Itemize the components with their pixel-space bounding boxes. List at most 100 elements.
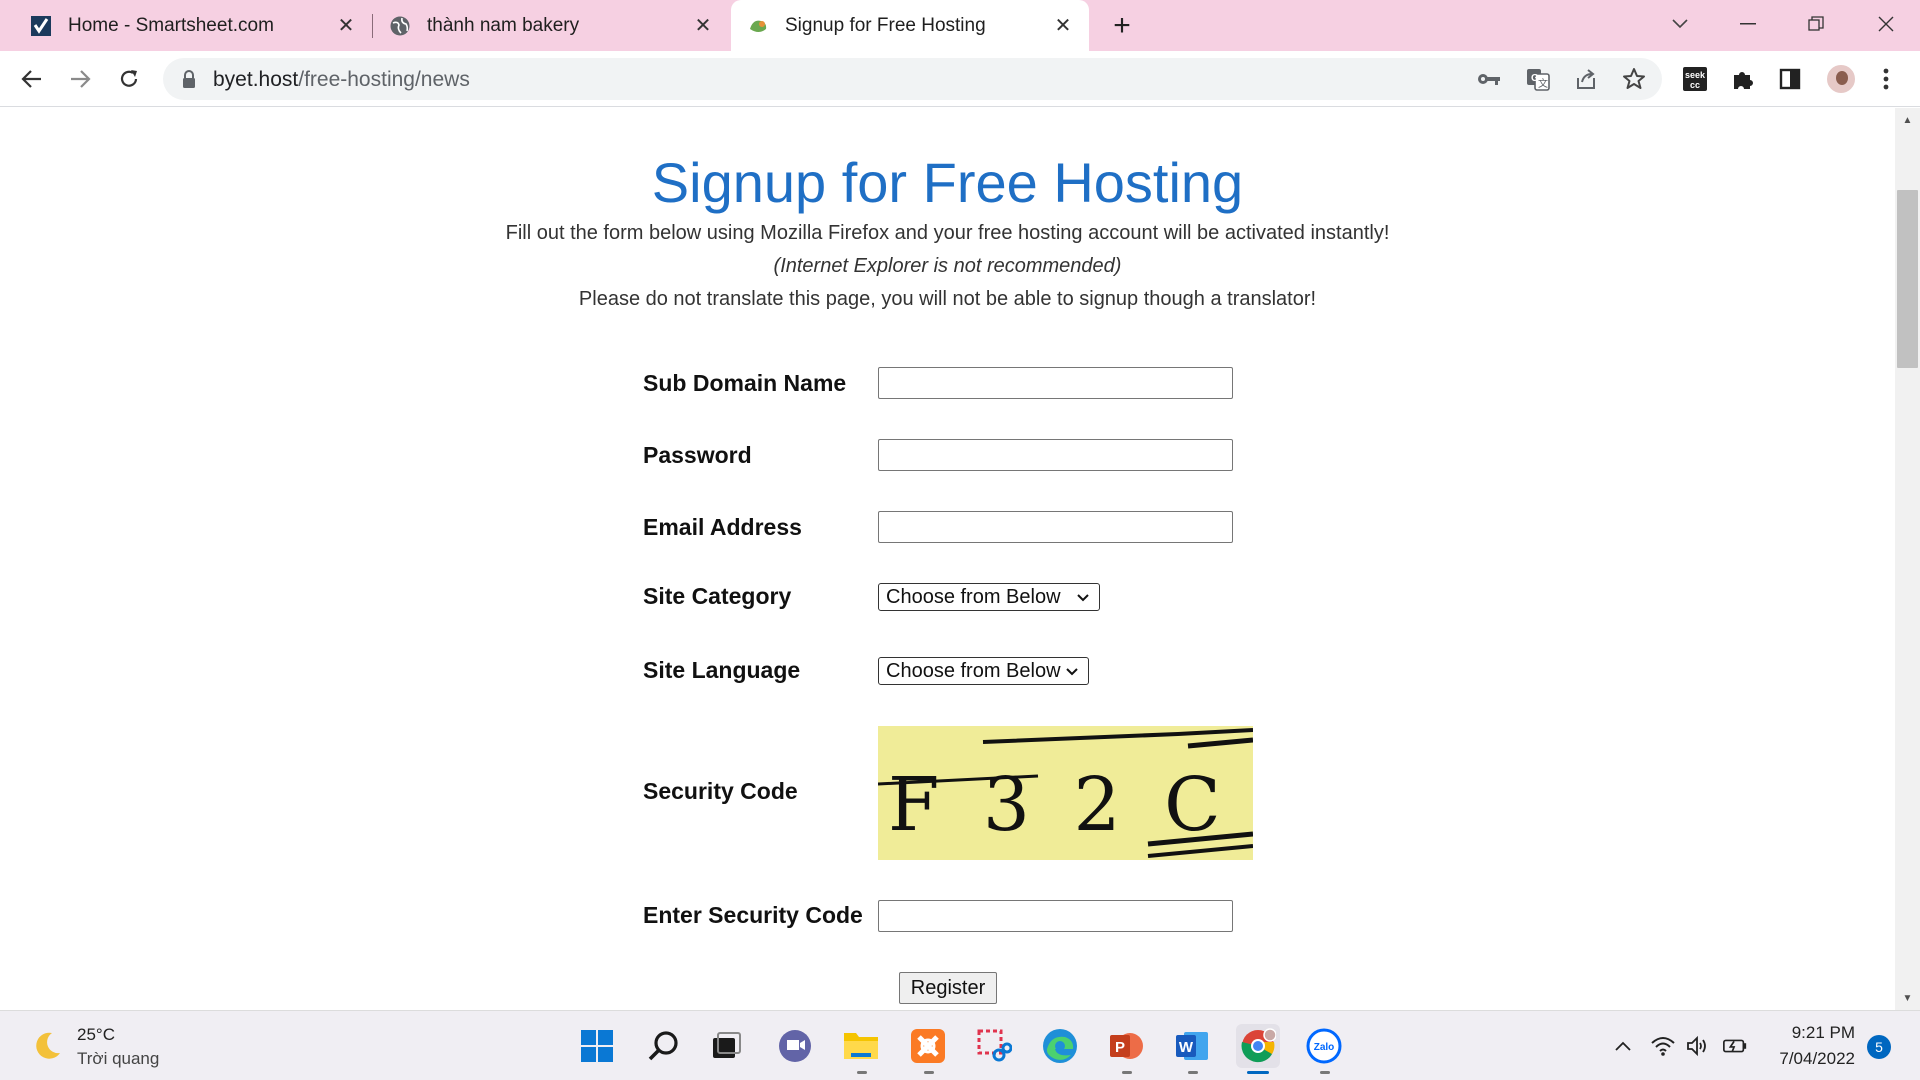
volume-icon[interactable] [1685, 1033, 1711, 1059]
page-viewport: Signup for Free Hosting Fill out the for… [0, 108, 1895, 1010]
enter-security-code-label: Enter Security Code [643, 902, 863, 928]
svg-text:seek: seek [1685, 70, 1706, 80]
task-view-icon[interactable] [704, 1024, 748, 1068]
captcha-text: F 3 2 C 9 [888, 762, 1253, 848]
chrome-icon[interactable] [1236, 1024, 1280, 1068]
tab-signup[interactable]: Signup for Free Hosting ✕ [731, 0, 1089, 51]
email-label: Email Address [643, 514, 802, 540]
snipping-tool-icon[interactable] [972, 1024, 1016, 1068]
reload-icon[interactable] [111, 61, 147, 97]
scroll-thumb[interactable] [1897, 190, 1918, 368]
chevron-down-icon [1075, 589, 1091, 605]
menu-kebab-icon[interactable] [1872, 65, 1900, 93]
forward-icon[interactable] [62, 61, 98, 97]
notification-badge[interactable]: 5 [1867, 1035, 1891, 1059]
restore-icon[interactable] [1786, 6, 1846, 42]
battery-icon[interactable] [1722, 1033, 1748, 1059]
file-explorer-icon[interactable] [839, 1024, 883, 1068]
captcha-image: F 3 2 C 9 [878, 726, 1253, 860]
search-icon[interactable] [642, 1024, 686, 1068]
register-button[interactable]: Register [899, 972, 997, 1004]
running-indicator [1188, 1071, 1198, 1074]
tab-strip: Home - Smartsheet.com ✕ thành nam bakery… [0, 0, 1920, 51]
bookmark-star-icon[interactable] [1622, 67, 1646, 91]
tab-title: Signup for Free Hosting [785, 14, 986, 36]
running-indicator [1320, 1071, 1330, 1074]
powerpoint-icon[interactable]: P [1104, 1024, 1148, 1068]
close-window-icon[interactable] [1856, 6, 1916, 42]
security-code-input[interactable] [878, 900, 1233, 932]
translate-icon[interactable]: G文 [1526, 67, 1550, 91]
browser-toolbar: byet.host/free-hosting/news G文 seek cc [0, 51, 1920, 107]
zalo-label: Zalo [1314, 1042, 1335, 1053]
wifi-icon[interactable] [1650, 1033, 1676, 1059]
profile-avatar[interactable] [1825, 63, 1857, 95]
lock-icon[interactable] [181, 69, 199, 89]
url-path: /free-hosting/news [298, 68, 470, 91]
browser-note: (Internet Explorer is not recommended) [773, 255, 1122, 277]
password-input[interactable] [878, 439, 1233, 471]
weather-description[interactable]: Trời quang [77, 1049, 159, 1069]
byethost-icon [747, 15, 769, 37]
intro-text: Fill out the form below using Mozilla Fi… [505, 222, 1390, 244]
site-language-label: Site Language [643, 657, 801, 683]
translate-warning: Please do not translate this page, you w… [578, 288, 1317, 310]
subdomain-input[interactable] [878, 367, 1233, 399]
url-text[interactable]: byet.host/free-hosting/news [213, 68, 470, 92]
running-indicator [857, 1071, 867, 1074]
running-indicator [924, 1071, 934, 1074]
site-language-select[interactable]: Choose from Below [878, 657, 1089, 685]
close-tab-icon[interactable]: ✕ [1051, 13, 1075, 37]
back-icon[interactable] [14, 61, 50, 97]
running-indicator [1122, 1071, 1132, 1074]
email-input[interactable] [878, 511, 1233, 543]
tab-smartsheet[interactable]: Home - Smartsheet.com ✕ [0, 0, 372, 51]
smartsheet-icon [30, 15, 52, 37]
tab-bakery[interactable]: thành nam bakery ✕ [373, 0, 729, 51]
security-code-label: Security Code [643, 778, 798, 804]
key-icon[interactable] [1477, 67, 1501, 91]
show-hidden-icons-chevron-icon[interactable] [1610, 1033, 1636, 1059]
extensions-puzzle-icon[interactable] [1729, 65, 1757, 93]
site-category-selected: Choose from Below [886, 585, 1061, 608]
captcha-graphic: F 3 2 C 9 [878, 728, 1253, 858]
clock-time[interactable]: 9:21 PM [1775, 1023, 1855, 1043]
tab-search-icon[interactable] [1650, 6, 1710, 42]
scroll-up-arrow-icon[interactable]: ▲ [1895, 110, 1920, 130]
page-scrollbar[interactable]: ▲ ▼ [1895, 108, 1920, 1010]
page-title: Signup for Free Hosting [651, 151, 1244, 214]
active-indicator [1247, 1071, 1269, 1074]
site-category-select[interactable]: Choose from Below [878, 583, 1100, 611]
weather-temperature[interactable]: 25°C [77, 1025, 115, 1045]
password-label: Password [643, 442, 752, 468]
share-icon[interactable] [1574, 67, 1598, 91]
tab-title: thành nam bakery [427, 14, 580, 36]
clock-date[interactable]: 7/04/2022 [1760, 1049, 1855, 1069]
side-panel-icon[interactable] [1776, 65, 1804, 93]
scroll-down-arrow-icon[interactable]: ▼ [1895, 988, 1920, 1008]
xampp-icon[interactable] [906, 1024, 950, 1068]
site-category-label: Site Category [643, 583, 792, 609]
subdomain-label: Sub Domain Name [643, 370, 847, 396]
address-bar[interactable]: byet.host/free-hosting/news G文 [163, 58, 1662, 100]
seek-cc-extension-icon[interactable]: seek cc [1681, 65, 1709, 93]
zalo-icon[interactable]: Zalo [1302, 1024, 1346, 1068]
windows-taskbar: 25°C Trời quang P W Zalo 9:21 PM 7/04/20… [0, 1010, 1920, 1080]
svg-text:P: P [1115, 1039, 1125, 1056]
svg-text:cc: cc [1690, 80, 1700, 90]
svg-text:W: W [1179, 1039, 1194, 1056]
close-tab-icon[interactable]: ✕ [691, 13, 715, 37]
chevron-down-icon [1064, 663, 1080, 679]
url-domain: byet.host [213, 68, 299, 91]
new-tab-icon[interactable]: + [1106, 9, 1138, 42]
moon-weather-icon[interactable] [30, 1029, 64, 1063]
minimize-icon[interactable] [1718, 6, 1778, 42]
globe-icon [389, 15, 411, 37]
svg-text:文: 文 [1538, 77, 1548, 90]
start-icon[interactable] [575, 1024, 619, 1068]
edge-icon[interactable] [1038, 1024, 1082, 1068]
word-icon[interactable]: W [1170, 1024, 1214, 1068]
teams-chat-icon[interactable] [773, 1024, 817, 1068]
close-tab-icon[interactable]: ✕ [334, 13, 358, 37]
site-language-selected: Choose from Below [886, 659, 1061, 682]
